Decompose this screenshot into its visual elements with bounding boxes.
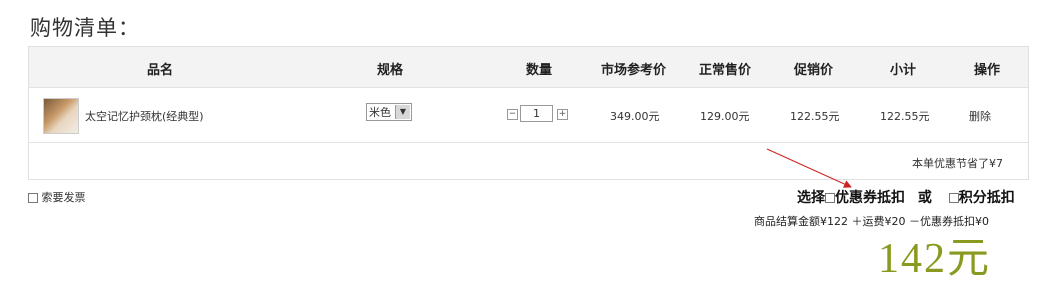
header-spec: 规格	[377, 63, 404, 78]
header-subtotal: 小计	[890, 63, 917, 78]
coupon-checkbox[interactable]	[825, 193, 835, 203]
page-title: 购物清单：	[30, 16, 140, 40]
header-promo-price: 促销价	[794, 63, 834, 78]
product-thumbnail[interactable]	[43, 98, 79, 134]
qty-input[interactable]: 1	[520, 105, 553, 122]
points-checkbox[interactable]	[948, 193, 959, 203]
market-price: 349.00元	[610, 110, 660, 123]
coupon-label: 优惠券抵扣	[835, 190, 905, 206]
cart-table: 品名 规格 数量 市场参考价 正常售价 促销价 小计 操作 太空记忆护颈枕(经典…	[28, 46, 1029, 180]
table-row: 太空记忆护颈枕(经典型) 米色 ▼ − 1 + 349.00元 129.00元 …	[29, 88, 1028, 143]
savings-text: 本单优惠节省了¥7	[912, 157, 1003, 170]
delete-link[interactable]: 删除	[969, 108, 991, 124]
normal-price: 129.00元	[700, 110, 750, 123]
choose-label: 选择	[797, 190, 825, 206]
order-summary: 商品结算金额¥122 ＋运费¥20 －优惠券抵扣¥0	[754, 215, 989, 228]
qty-decrease-button[interactable]: −	[507, 109, 518, 120]
header-qty: 数量	[526, 63, 553, 78]
spec-value: 米色	[369, 106, 391, 119]
header-normal-price: 正常售价	[699, 63, 752, 78]
header-action: 操作	[974, 63, 1001, 78]
dropdown-arrow-icon[interactable]: ▼	[395, 105, 410, 119]
discount-options: 选择 优惠券抵扣 或 积分抵扣	[797, 187, 1015, 207]
or-label: 或	[917, 190, 932, 206]
order-total: 142元	[878, 236, 992, 282]
points-label: 积分抵扣	[958, 190, 1015, 206]
invoice-checkbox[interactable]	[28, 193, 38, 203]
subtotal: 122.55元	[880, 110, 930, 123]
table-header: 品名 规格 数量 市场参考价 正常售价 促销价 小计 操作	[29, 47, 1028, 88]
promo-price: 122.55元	[790, 110, 840, 123]
invoice-label: 索要发票	[41, 191, 86, 204]
header-market-price: 市场参考价	[601, 63, 667, 78]
savings-row: 本单优惠节省了¥7	[29, 143, 1028, 179]
invoice-option[interactable]: 索要发票	[28, 189, 86, 205]
spec-select[interactable]: 米色 ▼	[366, 103, 412, 121]
product-name[interactable]: 太空记忆护颈枕(经典型)	[85, 108, 204, 124]
qty-increase-button[interactable]: +	[557, 109, 568, 120]
header-name: 品名	[147, 63, 174, 78]
